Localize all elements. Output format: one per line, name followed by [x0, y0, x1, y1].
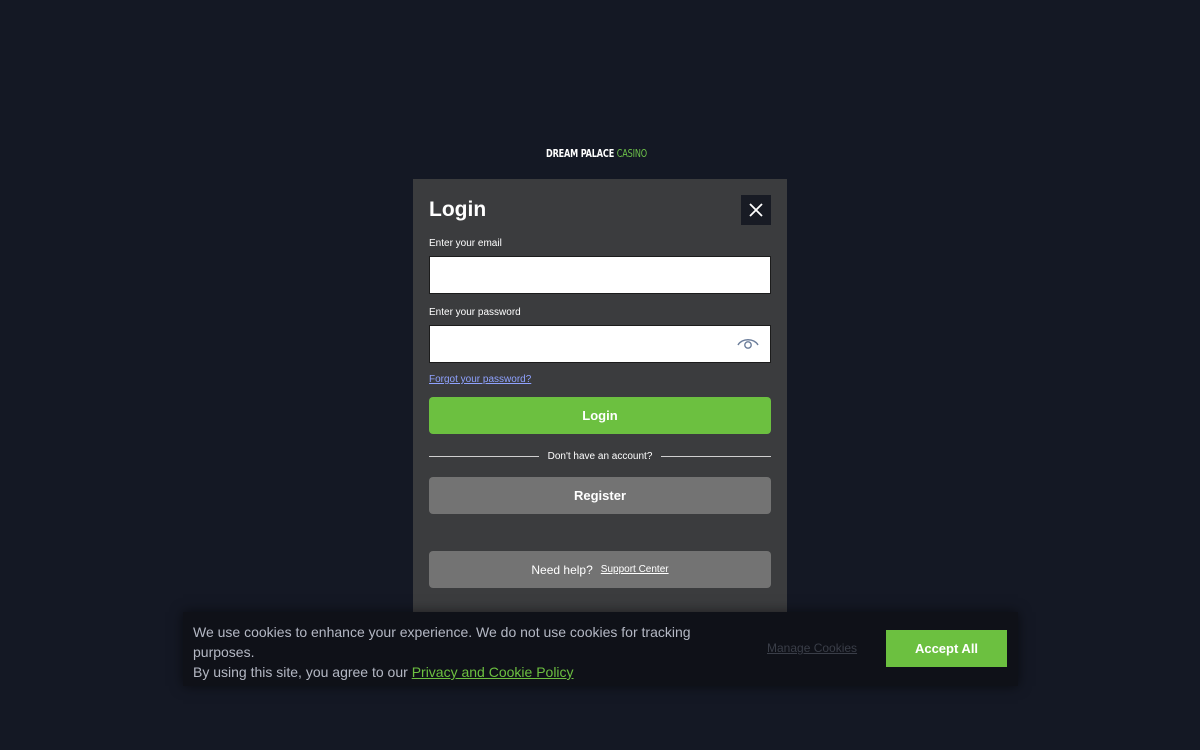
login-modal: Login Enter your email Enter your passwo… [413, 179, 787, 619]
email-label: Enter your email [429, 238, 502, 249]
divider-line-right [661, 455, 772, 457]
manage-cookies-link[interactable]: Manage Cookies [767, 641, 857, 655]
cookie-banner: We use cookies to enhance your experienc… [183, 612, 1018, 686]
forgot-password-link[interactable]: Forgot your password? [429, 374, 531, 385]
privacy-policy-link[interactable]: Privacy and Cookie Policy [412, 664, 574, 680]
divider-text: Don't have an account? [547, 450, 653, 462]
help-box: Need help? Support Center [429, 551, 771, 588]
divider-line-left [429, 455, 539, 457]
accept-all-button[interactable]: Accept All [886, 630, 1007, 667]
close-button[interactable] [741, 195, 771, 225]
cookie-text-line1: We use cookies to enhance your experienc… [193, 624, 691, 660]
close-icon [749, 203, 763, 217]
help-text: Need help? [531, 562, 593, 577]
support-center-link[interactable]: Support Center [601, 564, 669, 575]
logo-text-casino: CASINO [616, 146, 648, 160]
brand-logo: DREAM PALACE CASINO [543, 143, 657, 163]
login-page: DREAM PALACE CASINO Login Enter your ema… [0, 0, 1200, 750]
email-input[interactable] [429, 256, 771, 294]
modal-title: Login [429, 198, 487, 221]
account-divider: Don't have an account? [429, 448, 772, 464]
cookie-text-line2: By using this site, you agree to our [193, 664, 408, 680]
register-button[interactable]: Register [429, 477, 771, 514]
password-label: Enter your password [429, 307, 521, 318]
login-button[interactable]: Login [429, 397, 771, 434]
logo-text-dream: DREAM PALACE [546, 146, 615, 160]
eye-icon[interactable] [737, 336, 759, 350]
password-input[interactable] [429, 325, 771, 363]
cookie-text: We use cookies to enhance your experienc… [193, 622, 753, 682]
brand-logo-text: DREAM PALACE CASINO [546, 147, 647, 160]
